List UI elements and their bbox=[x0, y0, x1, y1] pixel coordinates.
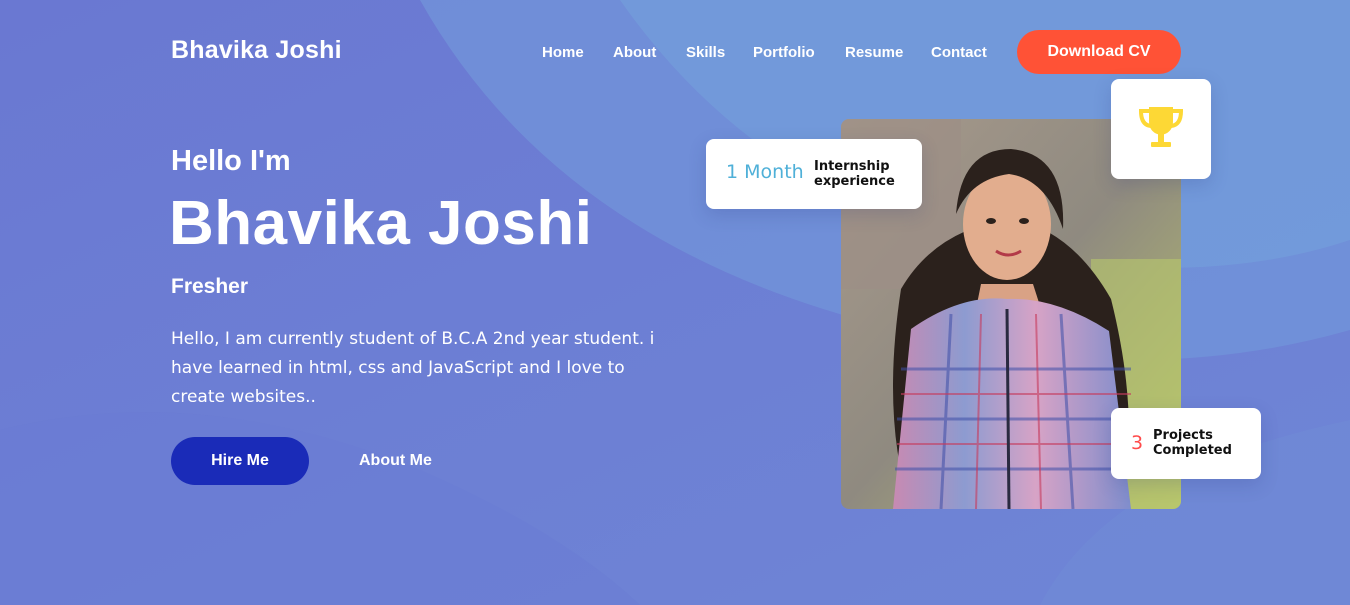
nav-item-resume[interactable]: Resume bbox=[845, 44, 903, 61]
hire-me-button[interactable]: Hire Me bbox=[171, 437, 309, 485]
projects-stat-card: 3 Projects Completed bbox=[1111, 408, 1261, 479]
hero-name: Bhavika Joshi bbox=[169, 189, 593, 258]
nav-item-about[interactable]: About bbox=[613, 44, 656, 61]
internship-stat-card: 1 Month Internship experience bbox=[706, 139, 922, 209]
hero-greeting: Hello I'm bbox=[171, 145, 291, 177]
nav-item-home[interactable]: Home bbox=[542, 44, 584, 61]
about-me-button[interactable]: About Me bbox=[359, 452, 432, 470]
nav-item-portfolio[interactable]: Portfolio bbox=[753, 44, 815, 61]
projects-label: Projects Completed bbox=[1153, 428, 1232, 458]
trophy-icon bbox=[1133, 99, 1189, 160]
nav-item-skills[interactable]: Skills bbox=[686, 44, 725, 61]
internship-label: Internship experience bbox=[814, 159, 895, 189]
award-card bbox=[1111, 79, 1211, 179]
internship-value: 1 Month bbox=[726, 161, 804, 183]
nav-item-contact[interactable]: Contact bbox=[931, 44, 987, 61]
main-nav: Home About Skills Portfolio Resume Conta… bbox=[0, 30, 1350, 74]
download-cv-button[interactable]: Download CV bbox=[1017, 30, 1181, 74]
hero-description: Hello, I am currently student of B.C.A 2… bbox=[171, 329, 655, 407]
hero-role: Fresher bbox=[171, 275, 249, 298]
projects-value: 3 bbox=[1131, 432, 1144, 454]
